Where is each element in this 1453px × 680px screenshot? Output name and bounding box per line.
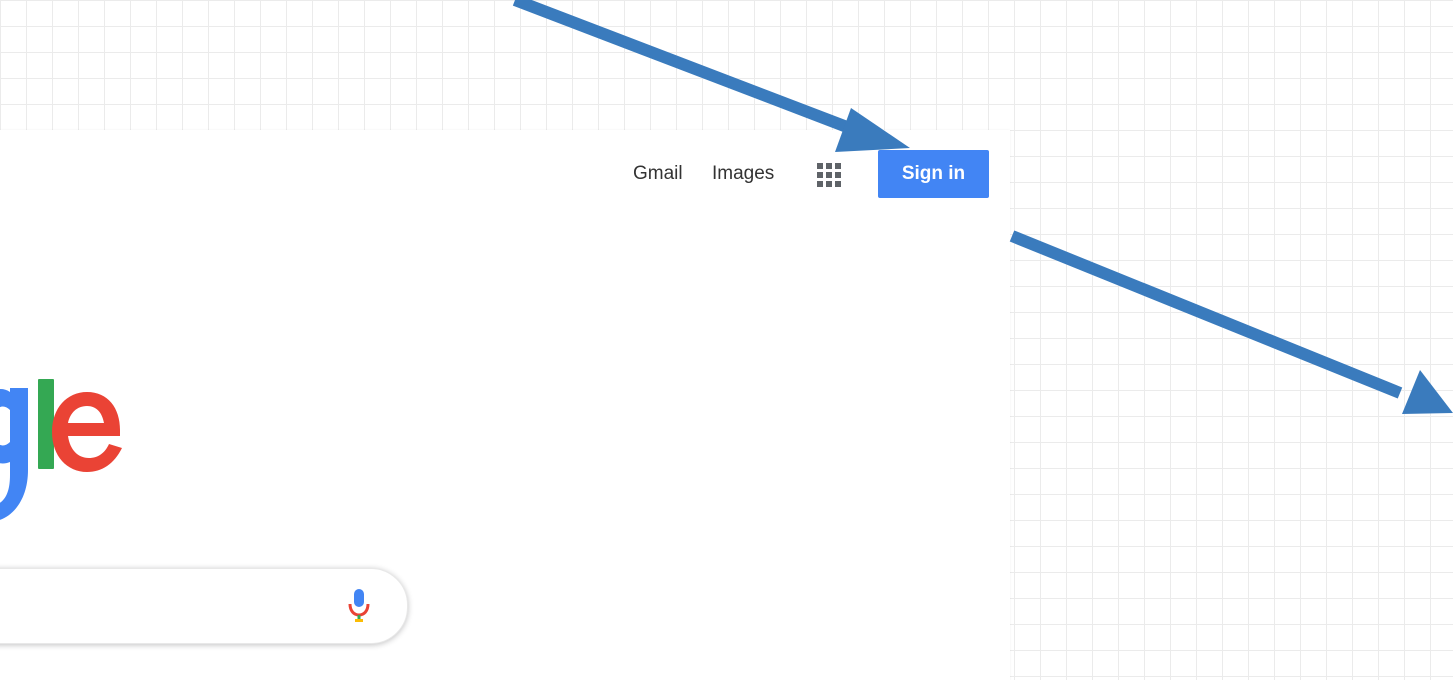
apps-grid-dot (817, 172, 823, 178)
apps-grid-dot (826, 172, 832, 178)
google-logo (0, 379, 122, 520)
apps-grid-dot (835, 181, 841, 187)
apps-grid-dot (835, 172, 841, 178)
top-navigation-bar: Gmail Images Sign in (0, 150, 1010, 198)
gmail-link[interactable]: Gmail (633, 163, 683, 185)
logo-letter-g (0, 388, 28, 520)
annotation-arrow-outgoing (1009, 230, 1453, 414)
apps-grid-icon[interactable] (817, 163, 841, 187)
logo-letter-l (38, 379, 54, 469)
microphone-icon[interactable] (346, 589, 372, 625)
sign-in-button[interactable]: Sign in (878, 150, 989, 198)
apps-grid-dot (817, 181, 823, 187)
logo-letter-e (52, 392, 122, 472)
apps-grid-dot (826, 181, 832, 187)
apps-grid-dot (817, 163, 823, 169)
browser-page-panel: Gmail Images Sign in (0, 130, 1010, 680)
search-box[interactable] (0, 568, 408, 644)
images-link[interactable]: Images (712, 163, 774, 185)
apps-grid-dot (835, 163, 841, 169)
apps-grid-dot (826, 163, 832, 169)
